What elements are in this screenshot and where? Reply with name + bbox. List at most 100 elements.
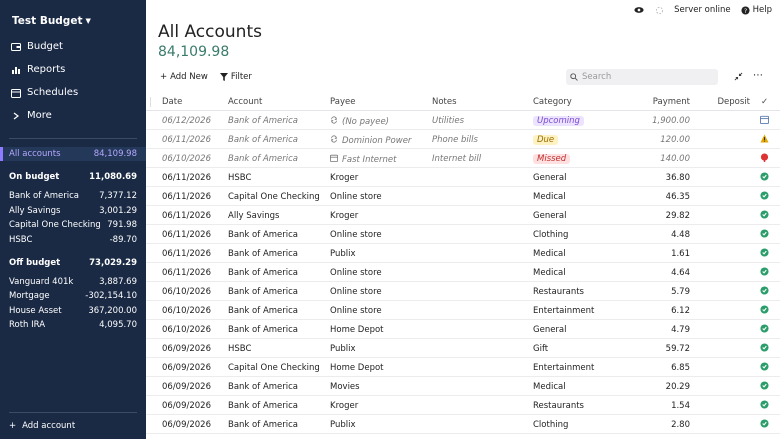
cell-notes[interactable]: Phone bills [432,135,478,145]
cell-account[interactable]: Ally Savings [228,211,279,221]
cell-payee[interactable]: Home Depot [330,363,384,373]
cell-payment[interactable]: 1.61 [671,249,690,259]
cell-payee[interactable]: Online store [330,192,382,202]
cell-payment[interactable]: 29.82 [666,211,690,221]
cell-category[interactable]: Restaurants [533,287,584,297]
cell-account[interactable]: Bank of America [228,230,298,240]
table-row[interactable]: 06/11/2026 HSBC Kroger General 36.80 [146,168,780,187]
cell-account[interactable]: Bank of America [228,325,298,335]
cell-category[interactable]: General [533,211,567,221]
cell-payment[interactable]: 140.00 [660,154,690,164]
cleared-check-icon[interactable] [760,419,769,431]
collapse-icon[interactable] [734,72,743,84]
filter-button[interactable]: Filter [219,72,252,82]
cell-date[interactable]: 06/09/2026 [162,420,211,430]
cell-payment[interactable]: 6.85 [671,363,690,373]
nav-more[interactable]: More [11,110,52,121]
cleared-check-icon[interactable] [760,343,769,355]
cell-category[interactable]: Restaurants [533,401,584,411]
cell-payment[interactable]: 20.29 [666,382,690,392]
cell-payment[interactable]: 4.48 [671,230,690,240]
cell-date[interactable]: 06/11/2026 [162,230,211,240]
cell-account[interactable]: Bank of America [228,154,298,164]
table-row[interactable]: 06/11/2026 Capital One Checking Online sto… [146,187,780,206]
account-item[interactable]: Capital One Checking 791.98 [0,218,146,232]
account-item[interactable]: Roth IRA 4,095.70 [0,318,146,332]
server-status[interactable]: Server online [674,5,731,15]
search-input[interactable] [582,72,712,82]
account-item[interactable]: Bank of America 7,377.12 [0,189,146,203]
missed-icon[interactable] [760,153,769,165]
cleared-check-icon[interactable] [760,400,769,412]
cleared-check-icon[interactable] [760,172,769,184]
cell-payment[interactable]: 4.79 [671,325,690,335]
cell-category[interactable]: Medical [533,382,566,392]
cell-date[interactable]: 06/09/2026 [162,344,211,354]
cell-date[interactable]: 06/11/2026 [162,192,211,202]
cleared-check-icon[interactable] [760,362,769,374]
cell-account[interactable]: HSBC [228,173,251,183]
col-notes[interactable]: Notes [432,97,457,107]
account-item[interactable]: Vanguard 401k 3,887.69 [0,275,146,289]
cell-date[interactable]: 06/11/2026 [162,268,211,278]
account-group-on-budget[interactable]: On budget 11,080.69 [0,170,146,184]
account-balance-total[interactable]: 84,109.98 [158,44,229,60]
cell-date[interactable]: 06/10/2026 [162,287,211,297]
col-payment[interactable]: Payment [653,97,690,107]
cell-payment[interactable]: 1.54 [671,401,690,411]
cell-account[interactable]: Bank of America [228,401,298,411]
cell-category[interactable]: Gift [533,344,548,354]
cell-account[interactable]: Bank of America [228,135,298,145]
cell-payee[interactable]: Fast Internet [330,154,396,165]
account-item[interactable]: HSBC -89.70 [0,233,146,247]
sync-icon[interactable] [654,5,664,15]
cell-date[interactable]: 06/10/2026 [162,154,211,164]
cell-category[interactable]: Medical [533,249,566,259]
eye-icon[interactable] [634,5,644,15]
cell-payee[interactable]: Publix [330,344,356,354]
cleared-check-icon[interactable] [760,267,769,279]
table-row[interactable]: 06/09/2026 Bank of America Kroger Restauran… [146,396,780,415]
cell-payment[interactable]: 120.00 [660,135,690,145]
nav-budget[interactable]: Budget [11,41,63,52]
table-row[interactable]: 06/10/2026 Bank of America Home Depot Gener… [146,320,780,339]
cell-account[interactable]: Bank of America [228,306,298,316]
cell-category[interactable]: Missed [533,154,571,164]
table-row[interactable]: 06/11/2026 Ally Savings Kroger General 29.82 [146,206,780,225]
cell-payment[interactable]: 59.72 [666,344,690,354]
scheduled-row[interactable]: 06/10/2026 Bank of America Fast Internet In… [146,149,780,168]
cell-account[interactable]: Capital One Checking [228,192,320,202]
cell-category[interactable]: Due [533,135,559,145]
cell-date[interactable]: 06/10/2026 [162,306,211,316]
cell-payee[interactable]: Online store [330,268,382,278]
cell-date[interactable]: 06/11/2026 [162,211,211,221]
cell-category[interactable]: Medical [533,192,566,202]
table-row[interactable]: 06/10/2026 Bank of America Online store Ent… [146,301,780,320]
cell-notes[interactable]: Utilities [432,116,464,126]
cell-notes[interactable]: Internet bill [432,154,481,164]
table-row[interactable]: 06/11/2026 Bank of America Publix Medical 1.… [146,244,780,263]
table-row[interactable]: 06/09/2026 HSBC Publix Gift 59.72 [146,339,780,358]
cell-category[interactable]: Clothing [533,230,568,240]
account-group-off-budget[interactable]: Off budget 73,029.29 [0,256,146,270]
cell-payee[interactable]: Kroger [330,211,358,221]
cell-payee[interactable]: Online store [330,306,382,316]
more-options-icon[interactable]: ⋯ [753,70,763,81]
col-date[interactable]: Date [162,97,182,107]
cell-payment[interactable]: 6.12 [671,306,690,316]
cell-payee[interactable]: Kroger [330,173,358,183]
table-row[interactable]: 06/11/2026 Bank of America Online store Med… [146,263,780,282]
cleared-check-icon[interactable] [760,324,769,336]
nav-reports[interactable]: Reports [11,64,65,75]
cell-date[interactable]: 06/09/2026 [162,382,211,392]
account-item[interactable]: Mortgage -302,154.10 [0,289,146,303]
cell-payee[interactable]: Dominion Power [330,135,411,146]
select-all-checkbox[interactable] [150,97,156,107]
cell-date[interactable]: 06/09/2026 [162,363,211,373]
cell-payee[interactable]: Online store [330,287,382,297]
budget-switcher[interactable]: Test Budget ▼ [12,15,91,27]
cell-payee[interactable]: Publix [330,420,356,430]
cell-payment[interactable]: 46.35 [666,192,690,202]
cell-category[interactable]: Entertainment [533,363,594,373]
cleared-check-icon[interactable] [760,248,769,260]
